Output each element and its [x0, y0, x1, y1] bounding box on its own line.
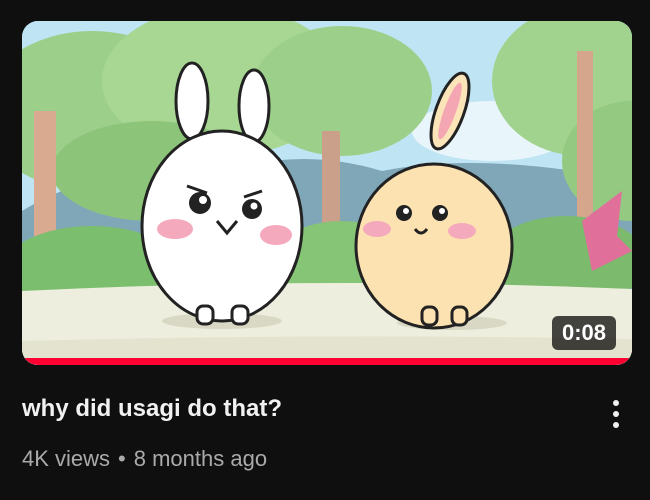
menu-dot — [613, 411, 619, 417]
video-title[interactable]: why did usagi do that? — [22, 393, 582, 425]
upload-age: 8 months ago — [133, 446, 268, 471]
duration-badge: 0:08 — [551, 316, 616, 350]
video-metadata: 4K views • 8 months ago — [22, 444, 267, 474]
view-count: 4K views — [22, 446, 111, 471]
watch-progress-fill — [22, 358, 632, 365]
menu-dot — [613, 422, 619, 428]
video-card[interactable]: 0:08 why did usagi do that? 4K views • 8 m… — [0, 0, 650, 500]
video-thumbnail[interactable]: 0:08 — [22, 21, 632, 365]
menu-dot — [613, 400, 619, 406]
more-vert-icon[interactable] — [598, 392, 634, 436]
meta-separator: • — [118, 446, 126, 471]
watch-progress-bar — [22, 358, 632, 365]
thumbnail-illustration — [22, 21, 632, 365]
